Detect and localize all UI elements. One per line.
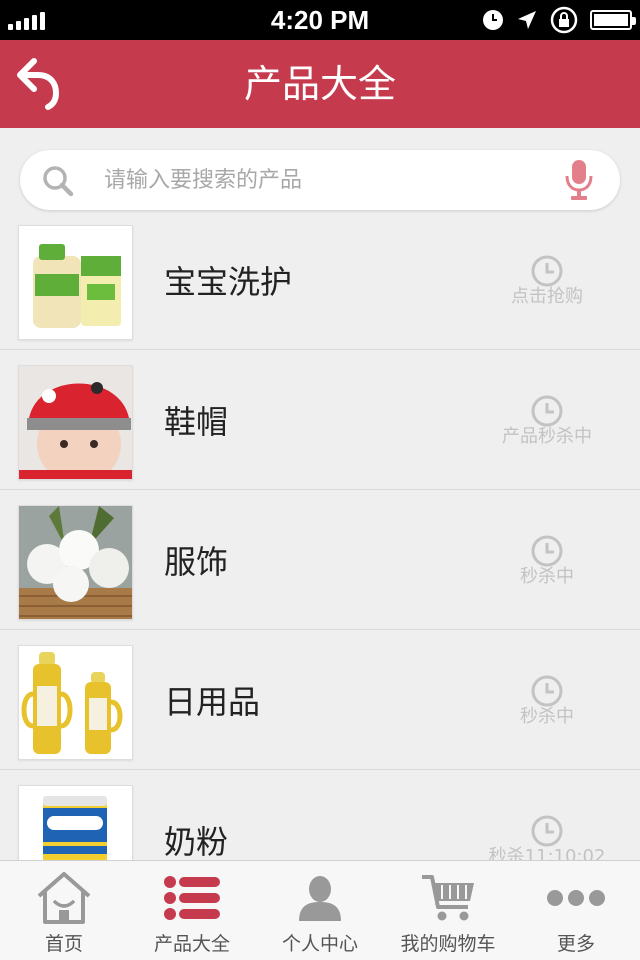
product-status: 秒杀中 bbox=[520, 706, 574, 727]
tab-shopping-cart[interactable]: 我的购物车 bbox=[384, 861, 512, 960]
product-row-formula[interactable]: 奶粉 秒杀11:10:02 bbox=[0, 770, 640, 860]
product-list: 宝宝洗护 点击抢购 鞋帽 产品秒杀中 服饰 秒杀中 日用品 秒杀中 奶粉 秒杀1… bbox=[0, 210, 640, 860]
baby-in-red-hat-image bbox=[18, 365, 133, 480]
search-icon bbox=[43, 166, 74, 197]
product-label: 日用品 bbox=[164, 683, 261, 721]
more-icon bbox=[547, 890, 605, 906]
product-label: 鞋帽 bbox=[164, 403, 229, 441]
product-status: 秒杀中 bbox=[520, 566, 574, 587]
search-bar bbox=[20, 150, 620, 210]
list-icon bbox=[164, 876, 220, 920]
page-title: 产品大全 bbox=[243, 62, 396, 106]
tab-home[interactable]: 首页 bbox=[0, 861, 128, 960]
product-row-baby-care[interactable]: 宝宝洗护 点击抢购 bbox=[0, 210, 640, 350]
product-status: 点击抢购 bbox=[511, 286, 583, 307]
alarm-clock-icon bbox=[483, 10, 503, 30]
person-icon bbox=[299, 876, 341, 921]
tab-label: 首页 bbox=[44, 933, 83, 955]
rotation-lock-icon bbox=[550, 6, 578, 34]
tab-label: 更多 bbox=[556, 933, 595, 955]
status-bar: 4:20 PM bbox=[0, 0, 640, 40]
product-status: 秒杀11:10:02 bbox=[488, 846, 606, 860]
tab-label: 产品大全 bbox=[153, 933, 230, 955]
product-status: 产品秒杀中 bbox=[502, 426, 592, 447]
product-label: 服饰 bbox=[164, 543, 229, 581]
product-row-apparel[interactable]: 服饰 秒杀中 bbox=[0, 490, 640, 630]
product-row-daily-goods[interactable]: 日用品 秒杀中 bbox=[0, 630, 640, 770]
product-label: 奶粉 bbox=[164, 823, 229, 860]
tab-personal-center[interactable]: 个人中心 bbox=[256, 861, 384, 960]
tab-bar: 首页 产品大全 个人中心 我的购物车 更多 bbox=[0, 860, 640, 960]
tab-label: 我的购物车 bbox=[400, 933, 496, 955]
battery-icon bbox=[590, 10, 636, 30]
product-row-shoes-hats[interactable]: 鞋帽 产品秒杀中 bbox=[0, 350, 640, 490]
white-towels-basket-image bbox=[18, 505, 133, 620]
detergent-bottle-image bbox=[18, 225, 133, 340]
status-icons bbox=[482, 6, 636, 34]
tab-all-products[interactable]: 产品大全 bbox=[128, 861, 256, 960]
karicare-formula-can-image bbox=[18, 785, 133, 860]
nav-bar: 产品大全 bbox=[0, 40, 640, 128]
location-arrow-icon bbox=[518, 11, 536, 29]
home-icon bbox=[37, 872, 91, 924]
microphone-icon[interactable] bbox=[564, 158, 594, 202]
tab-label: 个人中心 bbox=[281, 933, 358, 955]
product-label: 宝宝洗护 bbox=[164, 263, 293, 301]
search-input[interactable] bbox=[104, 160, 544, 200]
yellow-baby-bottles-image bbox=[18, 645, 133, 760]
cart-icon bbox=[422, 875, 474, 921]
tab-more[interactable]: 更多 bbox=[512, 861, 640, 960]
